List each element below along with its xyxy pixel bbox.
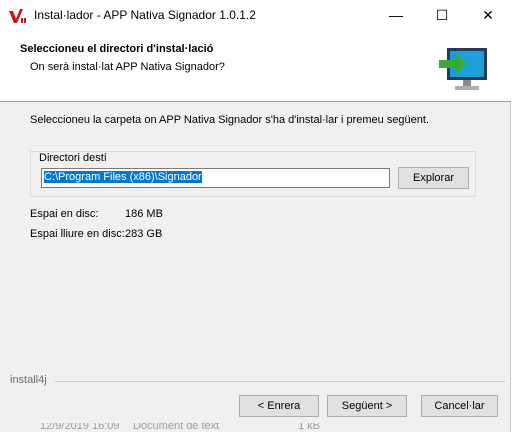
destination-path-value: C:\Program Files (x86)\Signador — [44, 171, 202, 183]
installer-window: Instal·lador - APP Nativa Signador 1.0.1… — [0, 0, 511, 432]
destination-label: Directori destí — [38, 152, 108, 164]
disk-space-label: Espai en disc: — [30, 208, 99, 220]
close-button[interactable]: ✕ — [465, 0, 511, 31]
footer-separator — [55, 381, 505, 382]
browse-button[interactable]: Explorar — [398, 167, 469, 189]
step-subtitle: On serà instal·lat APP Nativa Signador? — [30, 61, 225, 73]
back-button[interactable]: < Enrera — [239, 395, 319, 417]
background-date: 12/9/2019 16:09 — [40, 423, 120, 432]
monitor-arrow-icon — [439, 48, 487, 90]
destination-path-input[interactable]: C:\Program Files (x86)\Signador — [41, 168, 390, 188]
cancel-button[interactable]: Cancel·lar — [421, 395, 498, 417]
background-file-row: 12/9/2019 16:09 Document de text 1 kB — [0, 423, 511, 432]
maximize-button[interactable]: ☐ — [419, 0, 465, 31]
wizard-header: Seleccioneu el directori d'instal·lació … — [0, 31, 511, 102]
app-logo-icon — [9, 9, 26, 23]
install4j-brand: install4j — [10, 374, 47, 386]
background-size: 1 kB — [298, 423, 321, 432]
disk-space-value: 186 MB — [125, 208, 163, 220]
free-space-value: 283 GB — [125, 228, 163, 240]
step-title: Seleccioneu el directori d'instal·lació — [20, 43, 214, 55]
title-bar: Instal·lador - APP Nativa Signador 1.0.1… — [0, 0, 511, 31]
next-button[interactable]: Següent > — [327, 395, 407, 417]
background-type: Document de text — [133, 423, 220, 432]
window-title: Instal·lador - APP Nativa Signador 1.0.1… — [34, 8, 256, 22]
minimize-button[interactable]: — — [373, 0, 419, 31]
instruction-text: Seleccioneu la carpeta on APP Nativa Sig… — [30, 114, 430, 126]
free-space-label: Espai lliure en disc: — [30, 228, 125, 240]
